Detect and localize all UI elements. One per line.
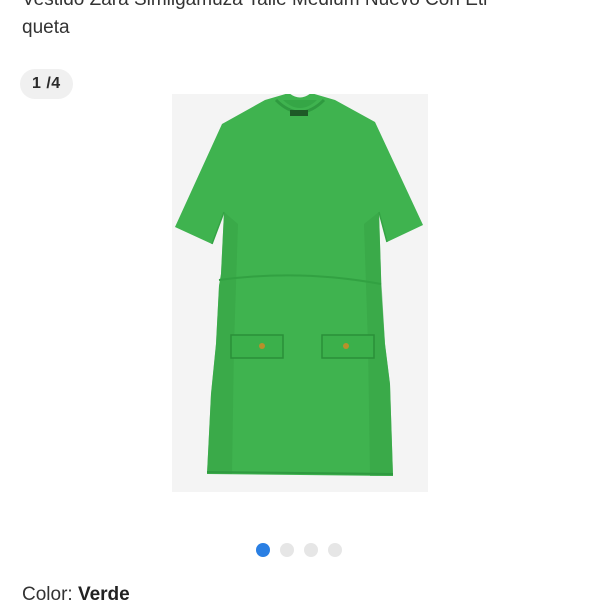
product-image[interactable] xyxy=(172,94,428,492)
product-title: Vestido Zara Similgamuza Talle Medium Nu… xyxy=(22,0,582,42)
color-value: Verde xyxy=(77,584,130,600)
color-label: Color: xyxy=(22,584,78,600)
product-page: Vestido Zara Similgamuza Talle Medium Nu… xyxy=(0,0,600,600)
image-counter-badge: 1 /4 xyxy=(20,69,73,99)
product-title-line-2: queta xyxy=(22,17,70,38)
carousel-dot-1[interactable] xyxy=(256,543,270,557)
green-dress-photo xyxy=(172,94,428,492)
carousel-dot-2[interactable] xyxy=(280,543,294,557)
carousel-pagination xyxy=(256,543,342,557)
carousel-dot-3[interactable] xyxy=(304,543,318,557)
color-attribute: Color: Verde xyxy=(22,583,130,600)
carousel-dot-4[interactable] xyxy=(328,543,342,557)
product-title-line-1: Vestido Zara Similgamuza Talle Medium Nu… xyxy=(22,0,582,14)
